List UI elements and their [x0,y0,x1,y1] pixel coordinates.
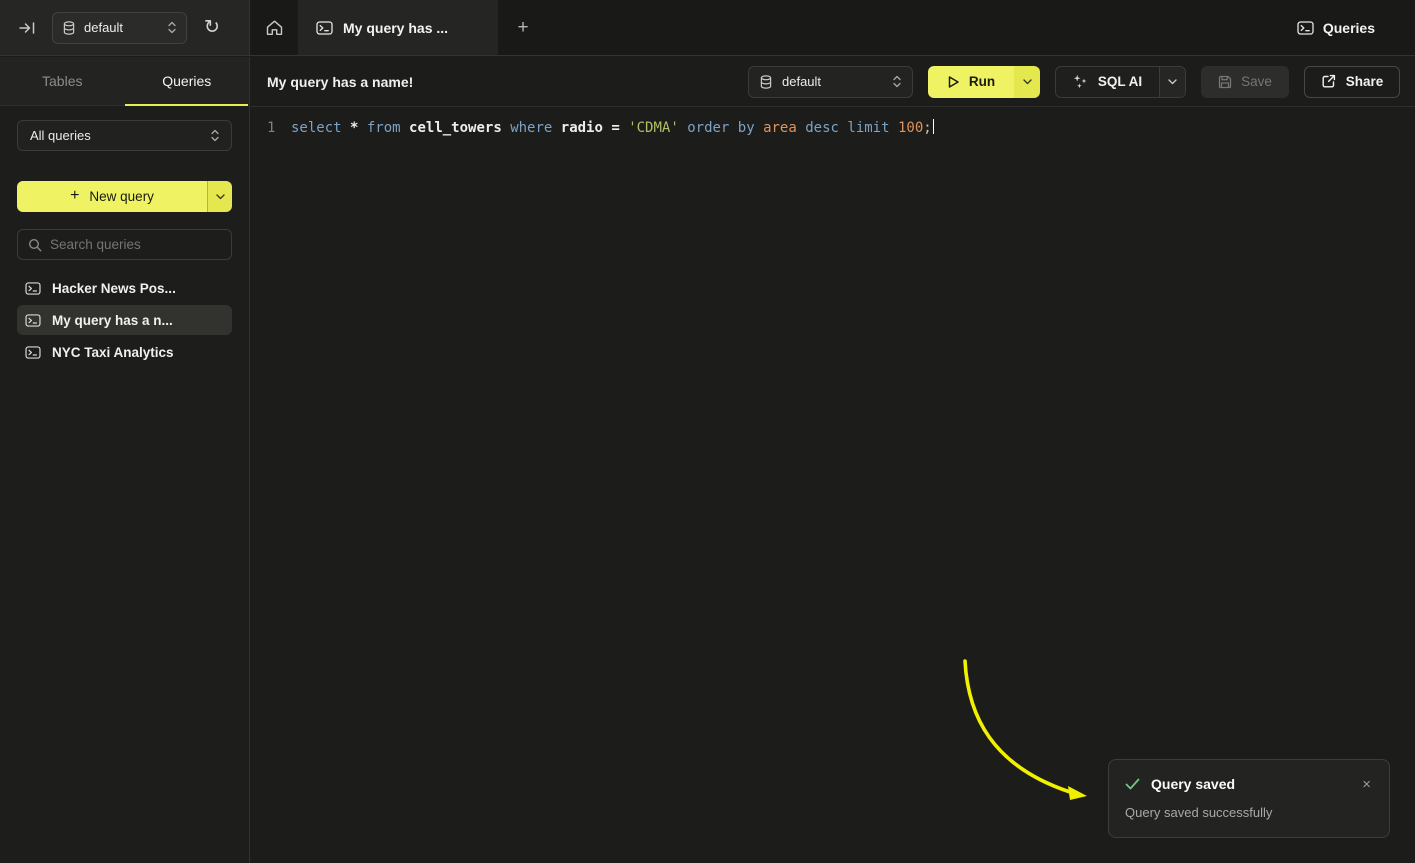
sidebar-content: All queries + New query [0,106,249,367]
search-queries-box [17,229,232,260]
query-item-label: NYC Taxi Analytics [52,345,174,360]
query-item-label: Hacker News Pos... [52,281,176,296]
new-query-label: New query [89,189,154,204]
sql-token: = [611,120,628,136]
database-icon [760,75,772,89]
sql-token: order by [687,120,763,136]
home-icon [265,19,284,37]
database-selector-value: default [84,20,159,35]
query-terminal-icon [25,282,41,295]
sql-token: 'CDMA' [628,120,687,136]
sql-token: cell_towers [409,120,510,136]
query-terminal-icon [25,346,41,359]
text-cursor [933,119,935,134]
toast-header: Query saved × [1125,776,1373,792]
plus-icon: + [517,17,528,39]
plus-icon: + [70,187,79,205]
tab-tables[interactable]: Tables [0,57,125,105]
sql-token: 100 [898,120,923,136]
queries-terminal-icon [1297,21,1314,35]
new-query-main[interactable]: + New query [17,181,207,212]
sql-editor[interactable]: 1 select * from cell_towers where radio … [251,107,1415,140]
sql-token: radio [561,120,612,136]
sql-ai-dropdown[interactable] [1159,67,1185,97]
query-filter-value: All queries [30,128,91,143]
new-tab-button[interactable]: + [498,0,548,55]
sql-token: area [763,120,805,136]
chevron-down-icon [216,194,225,200]
tab-tables-label: Tables [42,73,82,89]
queries-indicator-label: Queries [1323,20,1375,36]
sql-token: where [510,120,561,136]
search-icon [28,238,42,252]
search-queries-input[interactable] [50,237,227,252]
collapse-sidebar-icon[interactable] [12,13,42,43]
new-query-button[interactable]: + New query [17,181,232,212]
run-button[interactable]: Run [928,66,1014,98]
save-icon [1218,75,1232,89]
run-button-label: Run [969,74,995,89]
play-icon [947,75,960,89]
run-database-selector[interactable]: default [748,66,913,98]
home-button[interactable] [250,0,298,55]
top-bar-spacer [548,0,1297,55]
run-button-group: Run [928,66,1040,98]
tab-my-query[interactable]: My query has ... [298,0,498,55]
save-button[interactable]: Save [1201,66,1289,98]
query-list-item[interactable]: Hacker News Pos... [17,273,232,303]
query-list-item-selected[interactable]: My query has a n... [17,305,232,335]
close-icon[interactable]: × [1360,777,1373,792]
share-button-label: Share [1346,74,1384,89]
tab-queries-label: Queries [162,73,211,89]
query-terminal-icon [25,314,41,327]
query-list: Hacker News Pos... My query has a n... N… [17,273,232,367]
sql-token: ; [923,120,931,136]
line-number: 1 [251,116,281,140]
run-dropdown[interactable] [1014,66,1040,98]
tab-strip: My query has ... + Queries [250,0,1415,55]
chevron-updown-icon [893,75,901,88]
sidebar-tabs: Tables Queries [0,57,249,106]
sql-token: from [367,120,409,136]
chevron-updown-icon [211,129,219,142]
queries-indicator[interactable]: Queries [1297,0,1415,55]
query-header: My query has a name! default [251,57,1415,107]
share-button[interactable]: Share [1304,66,1400,98]
chevron-updown-icon [168,21,176,34]
chevron-down-icon [1023,79,1032,85]
main-panel: My query has a name! default [251,57,1415,863]
sql-token: select [291,120,350,136]
sql-token: * [350,120,367,136]
sql-token: desc [805,120,847,136]
new-query-dropdown[interactable] [207,181,232,212]
run-database-value: default [782,74,883,89]
sql-code: select * from cell_towers where radio = … [291,116,934,140]
sidebar-header: default ↻ [0,0,250,55]
toast-query-saved: Query saved × Query saved successfully [1108,759,1390,838]
tab-queries[interactable]: Queries [125,57,250,105]
query-list-item[interactable]: NYC Taxi Analytics [17,337,232,367]
check-icon [1125,778,1140,790]
sql-ai-button[interactable]: SQL AI [1056,67,1159,97]
sidebar: Tables Queries All queries + New query [0,57,250,863]
top-bar: default ↻ My query has [0,0,1415,56]
database-selector[interactable]: default [52,12,187,44]
sql-token: limit [847,120,898,136]
sql-ai-label: SQL AI [1098,74,1142,89]
toast-message: Query saved successfully [1125,805,1373,820]
sparkles-icon [1073,74,1088,89]
query-filter-select[interactable]: All queries [17,120,232,151]
chevron-down-icon [1168,79,1177,85]
editor-line-1[interactable]: 1 select * from cell_towers where radio … [251,116,1415,140]
tab-label: My query has ... [343,20,448,36]
query-item-label: My query has a n... [52,313,173,328]
share-icon [1321,74,1336,89]
save-button-label: Save [1241,74,1272,89]
sql-ai-button-group: SQL AI [1055,66,1186,98]
query-terminal-icon [316,21,333,35]
refresh-icon[interactable]: ↻ [197,13,227,43]
database-icon [63,21,75,35]
query-title: My query has a name! [267,74,413,90]
toast-title: Query saved [1151,776,1349,792]
